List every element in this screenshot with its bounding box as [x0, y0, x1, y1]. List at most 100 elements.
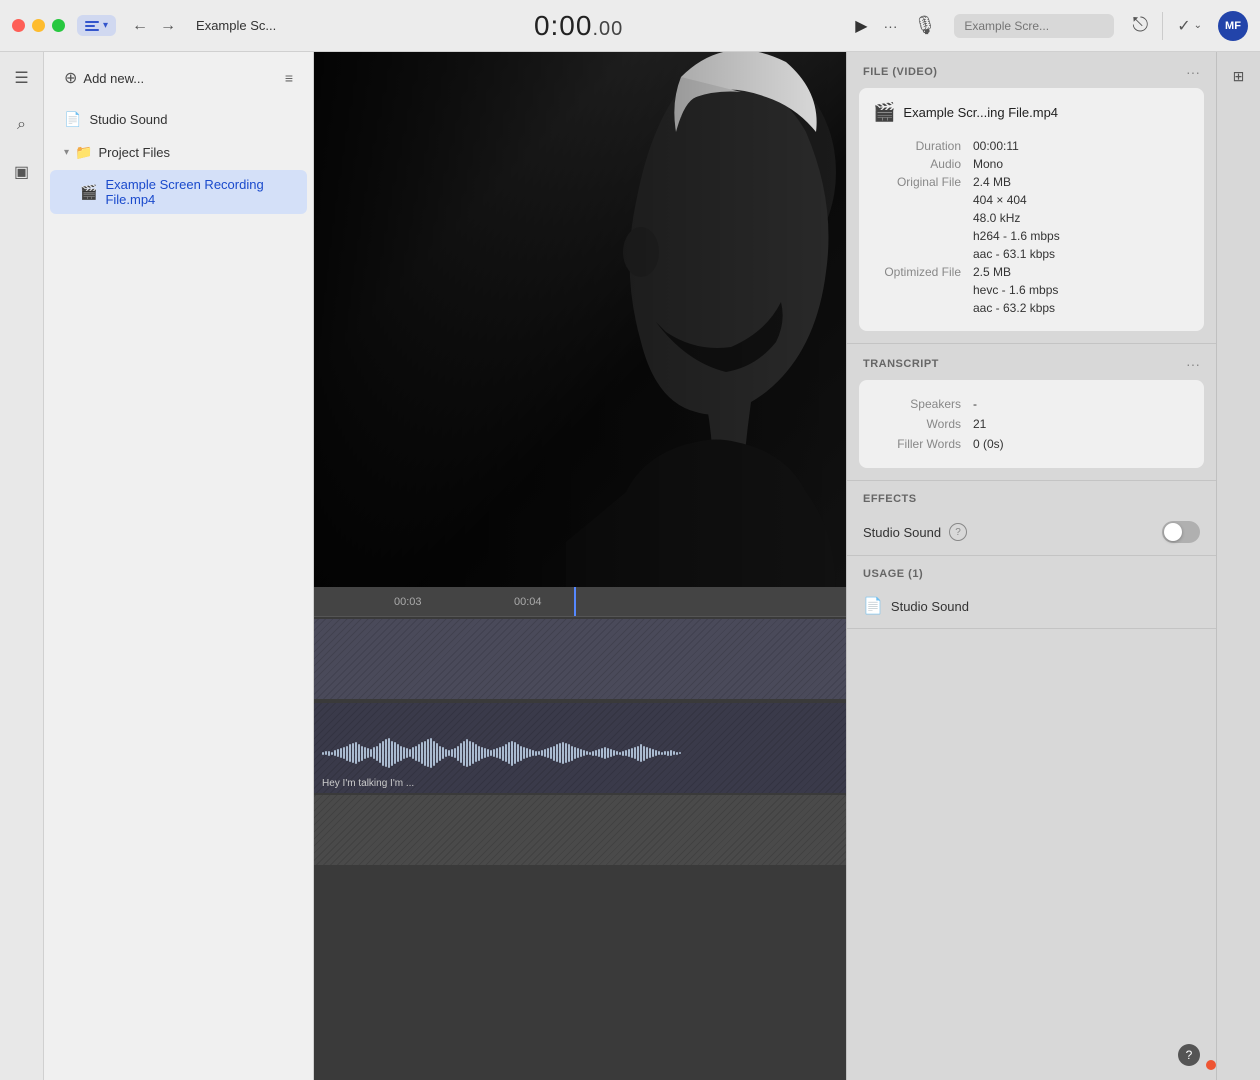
waveform-bar: [418, 744, 420, 762]
panel-toggle-button[interactable]: ⊞: [1227, 62, 1251, 91]
waveform-bar: [445, 749, 447, 757]
close-button[interactable]: [12, 19, 25, 32]
waveform-bar: [502, 746, 504, 761]
speakers-label: Speakers: [873, 394, 973, 414]
maximize-button[interactable]: [52, 19, 65, 32]
waveform-bar: [439, 746, 441, 761]
bottom-track[interactable]: [314, 795, 846, 865]
original-codec-row: h264 - 1.6 mbps: [873, 227, 1190, 245]
app-chevron-icon: ▾: [103, 20, 108, 31]
usage-section-header: USAGE (1): [847, 556, 1216, 588]
waveform-bar: [676, 752, 678, 755]
folder-icon: 📁: [75, 144, 92, 161]
check-button[interactable]: ✓ ⌄: [1169, 12, 1210, 40]
waveform-bar: [370, 749, 372, 757]
waveform-bar: [556, 744, 558, 762]
original-audio: aac - 63.1 kbps: [973, 245, 1190, 263]
waveform-bar: [583, 750, 585, 756]
sidebar-item-project-files[interactable]: ▾ 📁 Project Files: [50, 137, 307, 168]
audio-value: Mono: [973, 155, 1190, 173]
waveform-bar: [436, 743, 438, 763]
traffic-lights: [12, 19, 65, 32]
waveform-bar: [493, 749, 495, 757]
words-label: Words: [873, 414, 973, 434]
original-dims-row: 404 × 404: [873, 191, 1190, 209]
waveform-bar: [328, 751, 330, 756]
waveform-bar: [472, 742, 474, 764]
waveform-bar: [613, 750, 615, 756]
playhead[interactable]: [574, 587, 576, 616]
studio-sound-toggle[interactable]: [1162, 521, 1200, 543]
waveform-bar: [430, 738, 432, 768]
waveform-bar: [325, 751, 327, 755]
help-icon-button[interactable]: ?: [949, 523, 967, 541]
original-size: 2.4 MB: [973, 173, 1190, 191]
minimize-button[interactable]: [32, 19, 45, 32]
waveform-bar: [565, 743, 567, 763]
menu-icon-button[interactable]: ☰: [8, 62, 34, 94]
original-audio-row: aac - 63.1 kbps: [873, 245, 1190, 263]
file-name: Example Scr...ing File.mp4: [903, 105, 1058, 120]
waveform-bar: [343, 747, 345, 759]
waveform-bar: [634, 747, 636, 759]
effects-section: EFFECTS Studio Sound ?: [847, 481, 1216, 556]
waveform-bar: [406, 748, 408, 758]
waveform-bar: [412, 747, 414, 759]
waveform-bar: [478, 746, 480, 761]
transcript-more-button[interactable]: ···: [1186, 356, 1200, 372]
link-button[interactable]: ⎋: [1124, 10, 1156, 41]
more-button[interactable]: ···: [876, 14, 906, 38]
waveform-bar: [400, 746, 402, 761]
file-title-row: 🎬 Example Scr...ing File.mp4: [873, 102, 1190, 123]
transcript-section-header: TRANSCRIPT ···: [847, 344, 1216, 380]
audio-track[interactable]: Hey I'm talking I'm ...: [314, 703, 846, 793]
forward-button[interactable]: →: [154, 13, 182, 39]
file-card: 🎬 Example Scr...ing File.mp4 Duration 00…: [859, 88, 1204, 331]
waveform-bar: [550, 747, 552, 759]
file-more-button[interactable]: ···: [1186, 64, 1200, 80]
app-icon-button[interactable]: ▾: [77, 15, 116, 36]
sidebar-item-video-file[interactable]: 🎬 Example Screen Recording File.mp4: [50, 170, 307, 214]
help-circle-button[interactable]: ?: [1178, 1044, 1200, 1066]
waveform-bar: [574, 747, 576, 759]
filler-words-label: Filler Words: [873, 434, 973, 454]
waveform-bar: [679, 752, 681, 754]
plus-icon: ⊕: [64, 68, 77, 88]
add-new-button[interactable]: ⊕ Add new...: [58, 64, 150, 92]
waveform-bar: [553, 746, 555, 761]
play-button[interactable]: ▶: [847, 12, 875, 40]
search-input[interactable]: [954, 14, 1114, 38]
waveform-bar: [640, 744, 642, 762]
waveform-bar: [505, 744, 507, 762]
record-button[interactable]: 🎙: [906, 11, 945, 40]
waveform-bar: [403, 747, 405, 759]
waveform-bar: [625, 750, 627, 756]
file-meta-table: Duration 00:00:11 Audio Mono Original Fi…: [873, 137, 1190, 317]
document-icon: 📄: [64, 111, 81, 128]
original-codec: h264 - 1.6 mbps: [973, 227, 1190, 245]
waveform-bar: [433, 741, 435, 766]
waveform-bar: [604, 747, 606, 759]
waveform-bar: [514, 742, 516, 764]
waveform-bar: [586, 751, 588, 755]
waveform-bar: [475, 744, 477, 762]
avatar[interactable]: MF: [1218, 11, 1248, 41]
sidebar-item-studio-sound[interactable]: 📄 Studio Sound: [50, 104, 307, 135]
waveform-bar: [607, 748, 609, 758]
library-icon-button[interactable]: ▣: [8, 156, 35, 188]
search-icon-button[interactable]: ⌕: [11, 110, 32, 140]
video-track[interactable]: [314, 619, 846, 699]
waveform-bar: [610, 749, 612, 757]
timeline-area[interactable]: 00:03 00:04 Hey I'm talking I'm ...: [314, 587, 846, 1080]
sidebar-folder-label: Project Files: [98, 145, 170, 160]
usage-item[interactable]: 📄 Studio Sound: [847, 588, 1216, 628]
waveform-bar: [622, 751, 624, 756]
waveform-bar: [364, 747, 366, 759]
filter-button[interactable]: ≡: [279, 66, 299, 90]
waveform-bar: [361, 746, 363, 761]
waveform-bar: [661, 752, 663, 755]
transcript-section: TRANSCRIPT ··· Speakers - Words 21 Fille…: [847, 344, 1216, 481]
waveform-bar: [667, 751, 669, 756]
back-button[interactable]: ←: [126, 13, 154, 39]
waveform-bar: [589, 752, 591, 755]
